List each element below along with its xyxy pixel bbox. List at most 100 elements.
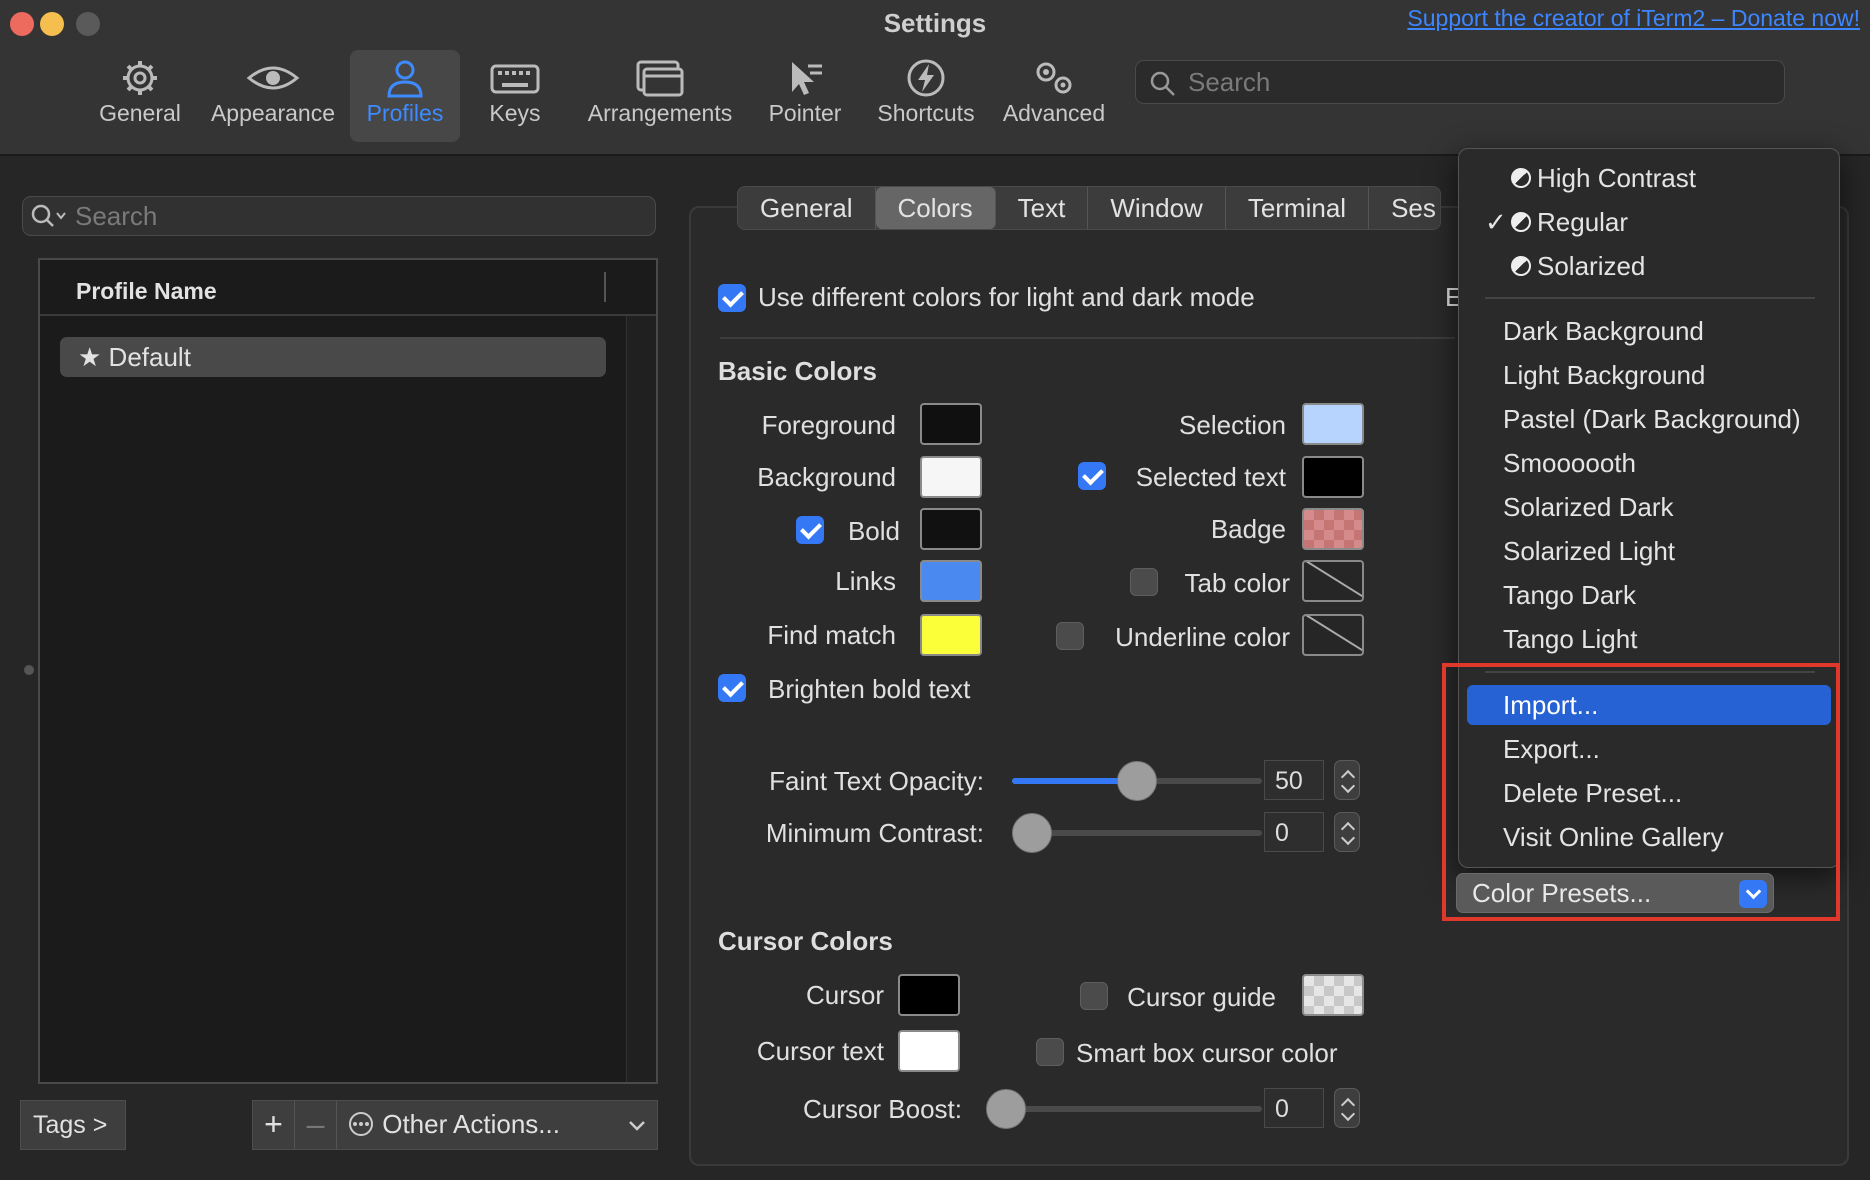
brighten-bold-checkbox[interactable] [718, 674, 746, 702]
remove-profile-button[interactable]: – [295, 1101, 337, 1149]
tags-button[interactable]: Tags > [20, 1100, 126, 1150]
menu-item-pastel[interactable]: Pastel (Dark Background) [1467, 399, 1831, 439]
bold-swatch[interactable] [920, 508, 982, 550]
faint-opacity-knob[interactable] [1117, 761, 1157, 801]
donate-link[interactable]: Support the creator of iTerm2 – Donate n… [1407, 5, 1860, 32]
color-presets-menu: High Contrast ✓ Regular Solarized Dark Ba… [1458, 148, 1840, 868]
faint-opacity-stepper[interactable] [1334, 760, 1360, 800]
menu-item-visit-gallery[interactable]: Visit Online Gallery [1467, 817, 1831, 857]
profile-name-header[interactable]: Profile Name [40, 260, 656, 316]
min-contrast-knob[interactable] [1012, 813, 1052, 853]
toolbar-profiles[interactable]: Profiles [350, 50, 460, 142]
half-circle-icon [1511, 256, 1531, 277]
profile-search[interactable] [22, 196, 656, 236]
toolbar-shortcuts[interactable]: Shortcuts [866, 50, 986, 142]
background-label: Background [757, 462, 896, 492]
bold-checkbox[interactable] [796, 516, 824, 544]
tab-general[interactable]: General [738, 187, 876, 229]
toolbar-arrangements-label: Arrangements [587, 100, 733, 126]
menu-item-tango-light[interactable]: Tango Light [1467, 619, 1831, 659]
menu-item-solarized-dark[interactable]: Solarized Dark [1467, 487, 1831, 527]
add-profile-button[interactable]: + [253, 1101, 295, 1149]
foreground-swatch[interactable] [920, 403, 982, 445]
menu-item-dark-background[interactable]: Dark Background [1467, 311, 1831, 351]
badge-swatch[interactable] [1302, 508, 1364, 550]
toolbar-general[interactable]: General [92, 50, 188, 142]
faint-opacity-label: Faint Text Opacity: [769, 766, 984, 796]
profile-list-scrollbar[interactable] [626, 316, 656, 1082]
tab-color-checkbox[interactable] [1130, 568, 1158, 596]
cursor-text-swatch[interactable] [898, 1030, 960, 1072]
min-contrast-slider[interactable] [1012, 813, 1262, 853]
min-contrast-stepper[interactable] [1334, 812, 1360, 852]
toolbar-shortcuts-label: Shortcuts [877, 100, 975, 126]
links-label: Links [835, 566, 896, 596]
cursor-swatch[interactable] [898, 974, 960, 1016]
menu-item-solarized-light[interactable]: Solarized Light [1467, 531, 1831, 571]
person-icon [387, 60, 423, 98]
faint-opacity-slider[interactable] [1012, 761, 1262, 801]
menu-item-light-background[interactable]: Light Background [1467, 355, 1831, 395]
selected-text-checkbox[interactable] [1078, 462, 1106, 490]
cursor-boost-slider[interactable] [986, 1089, 1262, 1129]
tab-session[interactable]: Ses [1369, 187, 1440, 229]
toolbar-search[interactable] [1135, 60, 1785, 104]
profile-row-default[interactable]: ★ Default [60, 337, 606, 377]
tab-text[interactable]: Text [996, 187, 1089, 229]
use-different-colors-checkbox[interactable] [718, 284, 746, 312]
cursor-colors-heading: Cursor Colors [718, 926, 893, 956]
selection-swatch[interactable] [1302, 403, 1364, 445]
profile-tabs: General Colors Text Window Terminal Ses [737, 186, 1441, 230]
toolbar-keys[interactable]: Keys [475, 50, 555, 142]
toolbar-advanced-label: Advanced [1002, 100, 1106, 126]
tab-color-swatch[interactable] [1302, 560, 1364, 602]
cursor-guide-checkbox[interactable] [1080, 982, 1108, 1010]
toolbar-appearance[interactable]: Appearance [205, 50, 341, 142]
profile-search-input[interactable] [75, 197, 581, 235]
tab-window[interactable]: Window [1088, 187, 1226, 229]
toolbar-search-input[interactable] [1188, 61, 1707, 103]
menu-item-import[interactable]: Import... [1467, 685, 1831, 725]
menu-item-regular[interactable]: ✓ Regular [1467, 202, 1831, 242]
menu-item-smoooooth[interactable]: Smoooooth [1467, 443, 1831, 483]
tab-color-label: Tab color [1184, 568, 1291, 598]
badge-label: Badge [1210, 514, 1286, 544]
menu-item-export[interactable]: Export... [1467, 729, 1831, 769]
menu-item-tango-dark[interactable]: Tango Dark [1467, 575, 1831, 615]
cursor-boost-knob[interactable] [986, 1089, 1026, 1129]
toolbar-pointer[interactable]: Pointer [760, 50, 850, 142]
menu-item-high-contrast[interactable]: High Contrast [1467, 158, 1831, 198]
toolbar-arrangements[interactable]: Arrangements [580, 50, 740, 142]
find-match-swatch[interactable] [920, 614, 982, 656]
other-actions-button[interactable]: Other Actions... [337, 1101, 657, 1149]
smart-box-checkbox[interactable] [1036, 1038, 1064, 1066]
cursor-boost-stepper[interactable] [1334, 1088, 1360, 1128]
selected-text-swatch[interactable] [1302, 456, 1364, 498]
tab-colors[interactable]: Colors [875, 187, 996, 229]
cursor-guide-swatch[interactable] [1302, 974, 1364, 1016]
bold-label: Bold [847, 516, 900, 546]
tab-terminal[interactable]: Terminal [1226, 187, 1370, 229]
toolbar-advanced[interactable]: Advanced [995, 50, 1113, 142]
min-contrast-label: Minimum Contrast: [765, 818, 984, 848]
profile-name: Default [108, 342, 191, 372]
search-icon [1150, 71, 1175, 96]
underline-color-checkbox[interactable] [1056, 622, 1084, 650]
faint-opacity-value[interactable]: 50 [1264, 760, 1324, 800]
cursor-boost-value[interactable]: 0 [1264, 1088, 1324, 1128]
chevron-down-icon [629, 1121, 645, 1131]
menu-item-solarized[interactable]: Solarized [1467, 246, 1831, 286]
split-handle[interactable] [24, 665, 34, 675]
links-swatch[interactable] [920, 560, 982, 602]
basic-colors-heading: Basic Colors [718, 356, 877, 386]
toolbar-appearance-label: Appearance [210, 100, 336, 126]
color-presets-button[interactable]: Color Presets... [1456, 873, 1774, 913]
toolbar: Settings Support the creator of iTerm2 –… [0, 0, 1870, 156]
background-swatch[interactable] [920, 456, 982, 498]
underline-color-swatch[interactable] [1302, 614, 1364, 656]
min-contrast-value[interactable]: 0 [1264, 812, 1324, 852]
cursor-text-label: Cursor text [756, 1036, 884, 1066]
half-circle-icon [1511, 212, 1531, 233]
menu-item-delete-preset[interactable]: Delete Preset... [1467, 773, 1831, 813]
separator [720, 337, 1455, 339]
